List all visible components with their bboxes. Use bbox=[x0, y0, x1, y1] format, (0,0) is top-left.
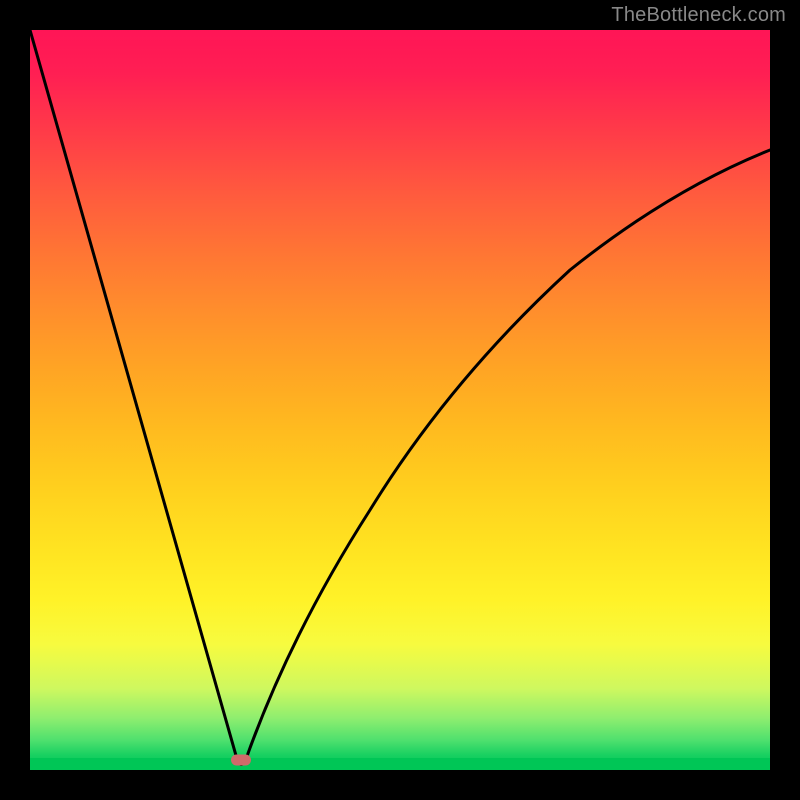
optimal-marker bbox=[231, 755, 251, 766]
plot-area bbox=[30, 30, 770, 770]
chart-frame: TheBottleneck.com bbox=[0, 0, 800, 800]
bottleneck-curve-path bbox=[30, 30, 770, 765]
watermark-text: TheBottleneck.com bbox=[611, 4, 786, 27]
curve-svg bbox=[30, 30, 770, 770]
